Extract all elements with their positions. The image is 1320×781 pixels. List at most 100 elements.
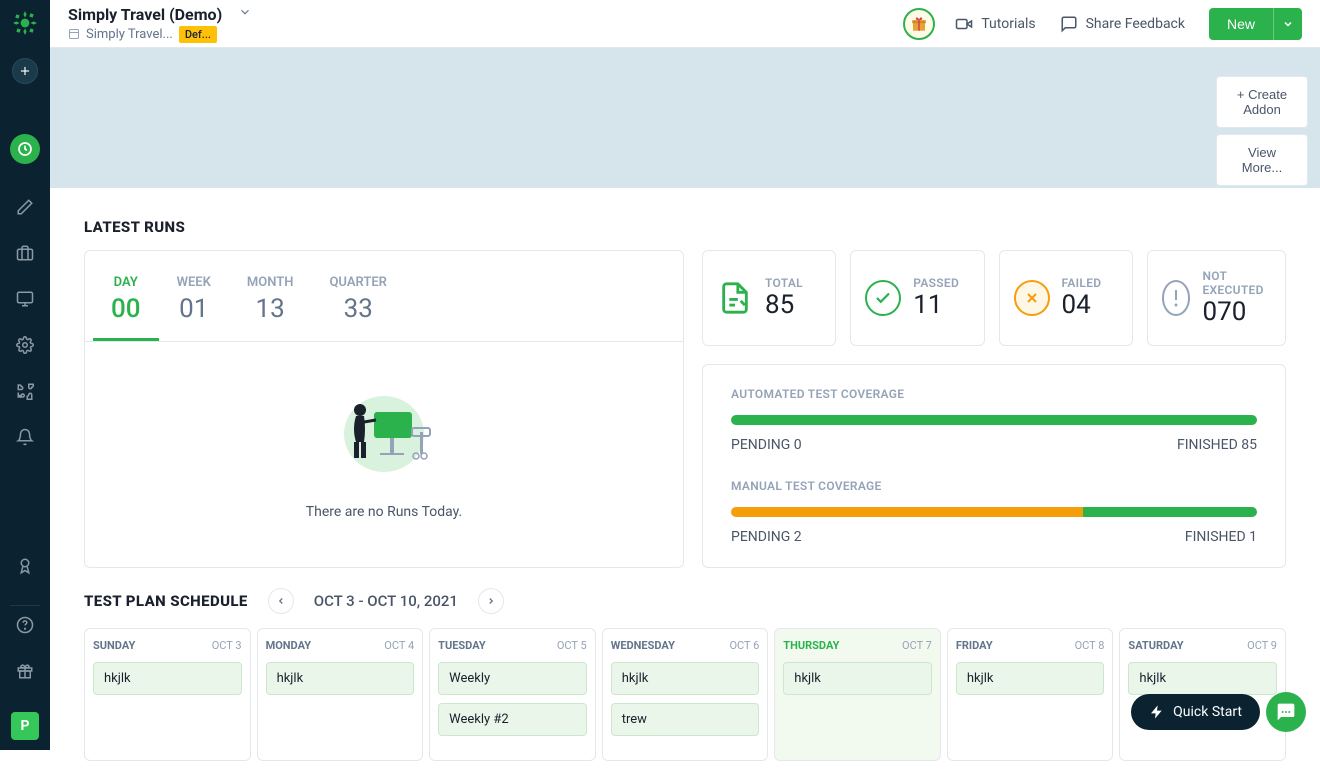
topbar: Simply Travel (Demo) Simply Travel... De…	[50, 0, 1320, 48]
tab-day[interactable]: DAY00	[93, 267, 159, 341]
bell-icon	[16, 428, 34, 446]
day-date: OCT 9	[1247, 639, 1277, 652]
chevron-left-icon	[276, 596, 286, 606]
automated-bar	[731, 415, 1257, 425]
schedule-event[interactable]: Weekly	[438, 662, 587, 695]
runs-tabs-panel: DAY00 WEEK 01 MONTH13QUARTER33	[84, 250, 684, 568]
tab-value: 33	[329, 294, 386, 324]
stat-value: 070	[1202, 297, 1271, 327]
schedule-grid: SUNDAYOCT 3hkjlkMONDAYOCT 4hkjlkTUESDAYO…	[84, 628, 1286, 761]
dashboard-icon	[17, 141, 33, 157]
empty-text: There are no Runs Today.	[306, 504, 462, 520]
schedule-event[interactable]: Weekly #2	[438, 703, 587, 736]
stat-value: 85	[765, 290, 803, 320]
day-column: TUESDAY OCT 5 Weekly Weekly #2	[429, 628, 596, 761]
schedule-event[interactable]: hkjlk	[1128, 662, 1277, 695]
tab-quarter[interactable]: QUARTER33	[311, 267, 404, 341]
monitor-icon	[16, 290, 34, 308]
nav-design[interactable]	[12, 194, 38, 220]
project-dropdown[interactable]	[238, 5, 252, 23]
new-dropdown[interactable]	[1273, 8, 1302, 40]
schedule-header: TEST PLAN SCHEDULE OCT 3 - OCT 10, 2021	[84, 588, 1286, 614]
notes-icon	[717, 280, 753, 316]
default-badge: Def...	[179, 26, 217, 43]
tab-value: 13	[247, 294, 294, 324]
day-date: OCT 4	[384, 639, 414, 652]
nav-suitcase[interactable]	[12, 240, 38, 266]
tab-value: 00	[111, 294, 141, 324]
check-circle-icon	[865, 280, 901, 316]
nav-extension[interactable]	[12, 378, 38, 404]
chat-fab[interactable]	[1266, 692, 1306, 732]
gift-badge[interactable]	[903, 8, 935, 40]
quick-start-button[interactable]: Quick Start	[1131, 694, 1260, 730]
runs-empty-state: There are no Runs Today.	[85, 342, 683, 562]
next-week[interactable]	[478, 588, 504, 614]
chevron-down-icon	[1282, 18, 1294, 30]
day-date: OCT 3	[212, 639, 242, 652]
nav-help[interactable]	[12, 612, 38, 638]
schedule-event[interactable]: hkjlk	[93, 662, 242, 695]
chevron-right-icon	[486, 596, 496, 606]
schedule-event[interactable]: hkjlk	[956, 662, 1105, 695]
person-board-icon	[324, 384, 444, 474]
latest-runs-row: DAY00 WEEK 01 MONTH13QUARTER33	[84, 250, 1286, 568]
add-button[interactable]	[12, 58, 38, 84]
manual-bar	[731, 507, 1257, 517]
nav-gift[interactable]	[12, 658, 38, 684]
date-range: OCT 3 - OCT 10, 2021	[314, 592, 458, 610]
lightning-icon	[1149, 704, 1165, 720]
tab-week[interactable]: WEEK 01	[159, 267, 229, 341]
stat-value: 04	[1062, 290, 1102, 320]
quick-start-label: Quick Start	[1173, 704, 1242, 720]
day-column: MONDAY OCT 4 hkjlk	[257, 628, 424, 761]
app-logo	[10, 8, 40, 38]
schedule-event[interactable]: hkjlk	[611, 662, 760, 695]
prev-week[interactable]	[268, 588, 294, 614]
content: LATEST RUNS DAY00 WEEK 01 MONTH13QUARTER33	[50, 188, 1320, 781]
finished-label: FINISHED 85	[1177, 437, 1257, 453]
runs-summary-col: TOTAL85 PASSED11 FAILED04 NOT EXECUTED07…	[702, 250, 1286, 568]
view-more-button[interactable]: View More...	[1216, 134, 1308, 186]
stat-not-executed: NOT EXECUTED070	[1147, 250, 1286, 346]
tab-value: 01	[177, 294, 211, 324]
stat-label: NOT EXECUTED	[1202, 269, 1271, 297]
create-addon-button[interactable]: + Create Addon	[1216, 76, 1308, 128]
gift-box-icon	[910, 15, 928, 33]
sidebar: P	[0, 0, 50, 750]
user-avatar[interactable]: P	[11, 712, 39, 740]
feedback-link[interactable]: Share Feedback	[1060, 15, 1185, 33]
app-icon	[68, 28, 80, 40]
nav-dashboard[interactable]	[10, 134, 40, 164]
tutorials-link[interactable]: Tutorials	[955, 15, 1035, 33]
new-button[interactable]: New	[1209, 8, 1273, 40]
nav-settings[interactable]	[12, 332, 38, 358]
plus-icon	[18, 64, 32, 78]
coverage-panel: AUTOMATED TEST COVERAGE PENDING 0FINISHE…	[702, 364, 1286, 568]
tab-month[interactable]: MONTH13	[229, 267, 312, 341]
pending-label: PENDING 0	[731, 437, 802, 453]
day-name: MONDAY	[266, 639, 312, 652]
new-button-group: New	[1209, 8, 1302, 40]
stat-label: TOTAL	[765, 276, 803, 290]
promo-panel: + Create Addon View More...	[50, 48, 1320, 188]
day-name: THURSDAY	[783, 639, 839, 652]
main-area: Simply Travel (Demo) Simply Travel... De…	[50, 0, 1320, 750]
day-column: SUNDAYOCT 3hkjlk	[84, 628, 251, 761]
alert-circle-icon	[1162, 280, 1191, 316]
day-date: OCT 8	[1075, 639, 1105, 652]
stat-total: TOTAL85	[702, 250, 836, 346]
day-date: OCT 5	[557, 639, 587, 652]
day-column: THURSDAYOCT 7hkjlk	[774, 628, 941, 761]
schedule-event[interactable]: hkjlk	[783, 662, 932, 695]
nav-monitor[interactable]	[12, 286, 38, 312]
tab-label: WEEK	[177, 275, 211, 290]
schedule-event[interactable]: hkjlk	[266, 662, 415, 695]
day-name: TUESDAY	[438, 639, 486, 652]
day-name: SATURDAY	[1128, 639, 1183, 652]
latest-runs-title: LATEST RUNS	[84, 218, 1286, 236]
schedule-event[interactable]: trew	[611, 703, 760, 736]
nav-badge[interactable]	[12, 553, 38, 579]
day-name: WEDNESDAY	[611, 639, 675, 652]
nav-notifications[interactable]	[12, 424, 38, 450]
